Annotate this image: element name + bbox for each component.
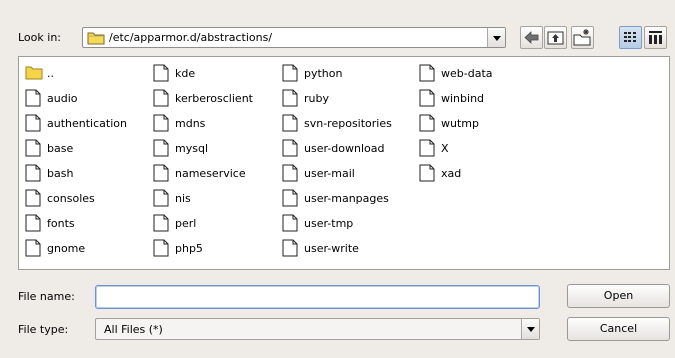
- file-icon: [419, 114, 435, 132]
- file-icon: [153, 89, 169, 107]
- file-list[interactable]: .. audio authentication base bash consol…: [18, 56, 670, 270]
- file-icon: [419, 89, 435, 107]
- look-in-label: Look in:: [18, 31, 61, 44]
- detail-view-button[interactable]: [644, 26, 667, 49]
- file-icon: [25, 239, 41, 257]
- look-in-path: /etc/apparmor.d/abstractions/: [109, 31, 273, 44]
- file-icon: [282, 64, 298, 82]
- file-icon: [419, 64, 435, 82]
- file-icon: [282, 189, 298, 207]
- file-icon: [153, 239, 169, 257]
- file-icon: [282, 114, 298, 132]
- file-type-label: File type:: [18, 323, 69, 336]
- file-icon: [25, 164, 41, 182]
- file-icon: [153, 64, 169, 82]
- file-icon: [25, 189, 41, 207]
- file-icon: [282, 89, 298, 107]
- up-folder-icon: [547, 31, 564, 45]
- new-folder-button[interactable]: [571, 26, 594, 49]
- file-icon: [282, 239, 298, 257]
- file-icon: [153, 189, 169, 207]
- file-name-label: File name:: [18, 290, 75, 303]
- folder-icon: [25, 66, 43, 80]
- back-button[interactable]: [520, 26, 543, 49]
- look-in-combo[interactable]: /etc/apparmor.d/abstractions/: [82, 27, 506, 48]
- file-type-select[interactable]: All Files (*): [95, 318, 540, 340]
- file-icon: [419, 164, 435, 182]
- cancel-button[interactable]: Cancel: [567, 317, 670, 341]
- file-icon: [419, 139, 435, 157]
- file-icon: [25, 114, 41, 132]
- folder-icon: [87, 32, 105, 45]
- file-name-input[interactable]: [95, 285, 540, 309]
- list-view-icon: [624, 32, 636, 42]
- file-icon: [25, 214, 41, 232]
- file-icon: [153, 164, 169, 182]
- file-type-dropdown-button[interactable]: [521, 319, 539, 339]
- detail-view-icon: [649, 31, 662, 44]
- file-icon: [25, 139, 41, 157]
- file-type-value: All Files (*): [104, 323, 163, 336]
- look-in-dropdown-button[interactable]: [487, 28, 505, 47]
- back-arrow-icon: [524, 31, 539, 44]
- file-icon: [282, 139, 298, 157]
- file-icon: [25, 89, 41, 107]
- list-view-button[interactable]: [619, 26, 642, 49]
- file-icon: [282, 164, 298, 182]
- up-folder-button[interactable]: [544, 26, 567, 49]
- open-button[interactable]: Open: [567, 284, 670, 308]
- file-icon: [153, 114, 169, 132]
- file-icon: [153, 214, 169, 232]
- new-folder-icon: [573, 29, 591, 46]
- file-icon: [282, 214, 298, 232]
- file-icon: [153, 139, 169, 157]
